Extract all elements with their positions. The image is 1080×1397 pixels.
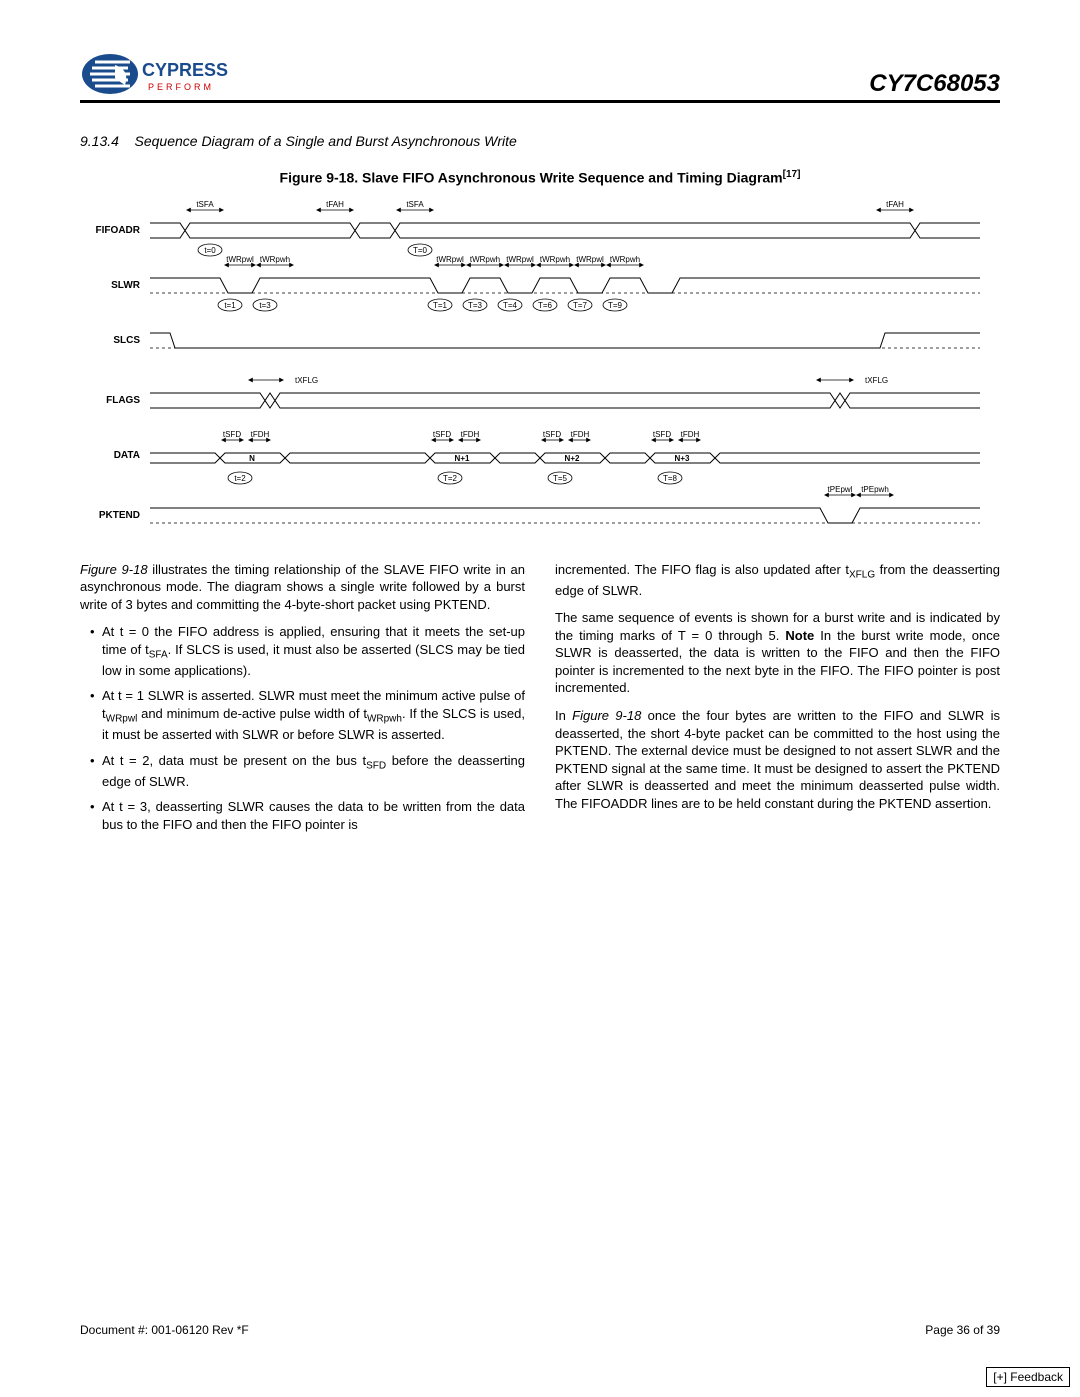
part-number: CY7C68053 bbox=[869, 70, 1000, 98]
timing-diagram: .sig { stroke:#000; stroke-width:1; fill… bbox=[80, 198, 1000, 538]
svg-text:T=3: T=3 bbox=[468, 301, 483, 310]
figure-label: Figure 9-18. Slave FIFO Asynchronous Wri… bbox=[280, 170, 783, 186]
logo-text: CYPRESS bbox=[142, 60, 228, 80]
column-right: incremented. The FIFO flag is also updat… bbox=[555, 561, 1000, 842]
svg-text:tFDH: tFDH bbox=[461, 430, 480, 439]
section-title-text: Sequence Diagram of a Single and Burst A… bbox=[135, 133, 517, 149]
svg-text:N+3: N+3 bbox=[675, 454, 690, 463]
bullet-3: At t = 2, data must be present on the bu… bbox=[90, 752, 525, 791]
bullet-4: At t = 3, deasserting SLWR causes the da… bbox=[90, 798, 525, 833]
svg-text:tWRpwl: tWRpwl bbox=[436, 255, 464, 264]
svg-text:tWRpwl: tWRpwl bbox=[226, 255, 254, 264]
svg-text:tPEpwl: tPEpwl bbox=[828, 485, 853, 494]
svg-text:T=4: T=4 bbox=[503, 301, 518, 310]
svg-text:T=8: T=8 bbox=[663, 474, 678, 483]
svg-text:T=2: T=2 bbox=[443, 474, 458, 483]
logo-tagline: PERFORM bbox=[148, 82, 214, 92]
svg-text:t=3: t=3 bbox=[259, 301, 271, 310]
svg-text:tFAH: tFAH bbox=[326, 200, 344, 209]
svg-text:N: N bbox=[249, 454, 255, 463]
figure-caption: Figure 9-18. Slave FIFO Asynchronous Wri… bbox=[80, 169, 1000, 186]
body-columns: Figure 9-18 illustrates the timing relat… bbox=[80, 561, 1000, 842]
svg-text:T=6: T=6 bbox=[538, 301, 553, 310]
cypress-logo-icon: CYPRESS PERFORM bbox=[80, 50, 230, 98]
svg-text:tWRpwh: tWRpwh bbox=[470, 255, 500, 264]
signal-flags: FLAGS bbox=[106, 395, 140, 406]
signal-slcs: SLCS bbox=[113, 335, 140, 346]
svg-text:T=1: T=1 bbox=[433, 301, 448, 310]
company-logo: CYPRESS PERFORM bbox=[80, 50, 230, 98]
feedback-button[interactable]: [+] Feedback bbox=[986, 1367, 1070, 1387]
svg-text:tSFD: tSFD bbox=[433, 430, 451, 439]
section-number: 9.13.4 bbox=[80, 133, 119, 149]
svg-text:tXFLG: tXFLG bbox=[865, 376, 888, 385]
signal-fifoadr: FIFOADR bbox=[96, 225, 141, 236]
svg-text:T=0: T=0 bbox=[413, 246, 428, 255]
para-4: In Figure 9-18 once the four bytes are w… bbox=[555, 707, 1000, 812]
para-3: The same sequence of events is shown for… bbox=[555, 609, 1000, 697]
svg-text:T=9: T=9 bbox=[608, 301, 623, 310]
page-header: CYPRESS PERFORM CY7C68053 bbox=[80, 50, 1000, 103]
svg-text:tPEpwh: tPEpwh bbox=[861, 485, 889, 494]
para-2: incremented. The FIFO flag is also updat… bbox=[555, 561, 1000, 600]
svg-text:N+2: N+2 bbox=[565, 454, 580, 463]
svg-text:tWRpwh: tWRpwh bbox=[610, 255, 640, 264]
svg-text:tSFA: tSFA bbox=[196, 200, 214, 209]
figure-ref: [17] bbox=[783, 169, 801, 180]
svg-text:t=1: t=1 bbox=[224, 301, 236, 310]
svg-text:t=0: t=0 bbox=[204, 246, 216, 255]
section-title: 9.13.4 Sequence Diagram of a Single and … bbox=[80, 133, 1000, 149]
svg-text:tSFD: tSFD bbox=[543, 430, 561, 439]
page-footer: Document #: 001-06120 Rev *F Page 36 of … bbox=[80, 1323, 1000, 1337]
svg-text:tSFA: tSFA bbox=[406, 200, 424, 209]
para-1: Figure 9-18 illustrates the timing relat… bbox=[80, 561, 525, 614]
column-left: Figure 9-18 illustrates the timing relat… bbox=[80, 561, 525, 842]
bullet-1: At t = 0 the FIFO address is applied, en… bbox=[90, 623, 525, 679]
svg-text:tWRpwh: tWRpwh bbox=[540, 255, 570, 264]
svg-text:tSFD: tSFD bbox=[223, 430, 241, 439]
svg-text:tFDH: tFDH bbox=[571, 430, 590, 439]
svg-text:T=5: T=5 bbox=[553, 474, 568, 483]
svg-text:tFAH: tFAH bbox=[886, 200, 904, 209]
svg-text:tSFD: tSFD bbox=[653, 430, 671, 439]
svg-text:tXFLG: tXFLG bbox=[295, 376, 318, 385]
page-number: Page 36 of 39 bbox=[925, 1323, 1000, 1337]
svg-text:t=2: t=2 bbox=[234, 474, 246, 483]
bullet-2: At t = 1 SLWR is asserted. SLWR must mee… bbox=[90, 687, 525, 743]
svg-text:tWRpwl: tWRpwl bbox=[576, 255, 604, 264]
svg-text:tFDH: tFDH bbox=[251, 430, 270, 439]
document-id: Document #: 001-06120 Rev *F bbox=[80, 1323, 249, 1337]
signal-slwr: SLWR bbox=[111, 280, 141, 291]
svg-text:tFDH: tFDH bbox=[681, 430, 700, 439]
svg-text:T=7: T=7 bbox=[573, 301, 588, 310]
signal-pktend: PKTEND bbox=[99, 510, 140, 521]
svg-text:tWRpwh: tWRpwh bbox=[260, 255, 290, 264]
signal-data: DATA bbox=[114, 450, 140, 461]
svg-text:tWRpwl: tWRpwl bbox=[506, 255, 534, 264]
svg-text:N+1: N+1 bbox=[455, 454, 470, 463]
